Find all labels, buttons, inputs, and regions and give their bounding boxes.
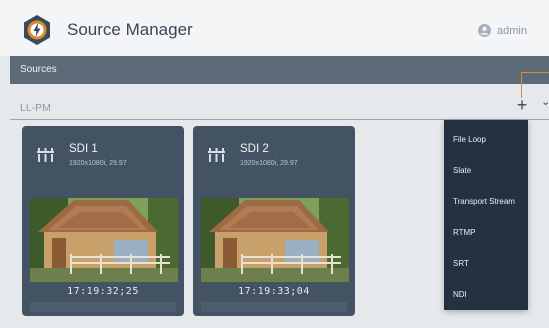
source-card[interactable]: SDI 2 1920x1080i, 29.97 17:19:33;04	[193, 126, 355, 316]
sdi-connector-icon	[37, 148, 54, 162]
menu-item-ndi[interactable]: NDI	[453, 290, 467, 299]
user-circle-icon	[478, 24, 491, 37]
menu-item-file-loop[interactable]: File Loop	[453, 135, 486, 144]
menu-item-rtmp[interactable]: RTMP	[453, 228, 476, 237]
menu-item-srt[interactable]: SRT	[453, 259, 469, 268]
source-timecode: 17:19:33;04	[238, 286, 310, 297]
app-title: Source Manager	[67, 20, 193, 39]
chevron-down-icon[interactable]: ⌄	[541, 95, 549, 108]
menu-item-slate[interactable]: Slate	[453, 166, 471, 175]
menu-item-transport-stream[interactable]: Transport Stream	[453, 197, 515, 206]
user-menu[interactable]: admin	[478, 24, 527, 37]
source-thumbnail	[30, 198, 178, 282]
source-name: SDI 1	[69, 143, 98, 155]
card-footer	[30, 302, 176, 312]
source-name: SDI 2	[240, 143, 269, 155]
sources-label: Sources	[20, 64, 57, 75]
add-source-button[interactable]: +	[514, 94, 530, 116]
card-footer	[201, 302, 347, 312]
app-header: Source Manager admin	[0, 0, 549, 56]
user-name: admin	[497, 24, 527, 37]
add-source-menu: File Loop Slate Transport Stream RTMP SR…	[444, 120, 528, 310]
group-name: LL-PM	[20, 102, 51, 114]
sdi-connector-icon	[208, 148, 225, 162]
source-thumbnail	[201, 198, 349, 282]
source-card[interactable]: SDI 1 1920x1080i, 29.97 17:19:32;25	[22, 126, 184, 316]
source-group-row: LL-PM + ⌄	[10, 92, 549, 120]
source-format: 1920x1080i, 29.97	[69, 160, 127, 167]
source-format: 1920x1080i, 29.97	[240, 160, 298, 167]
sources-bar: Sources	[10, 56, 549, 84]
source-timecode: 17:19:32;25	[67, 286, 139, 297]
gear-lightning-logo-icon[interactable]	[21, 14, 53, 46]
